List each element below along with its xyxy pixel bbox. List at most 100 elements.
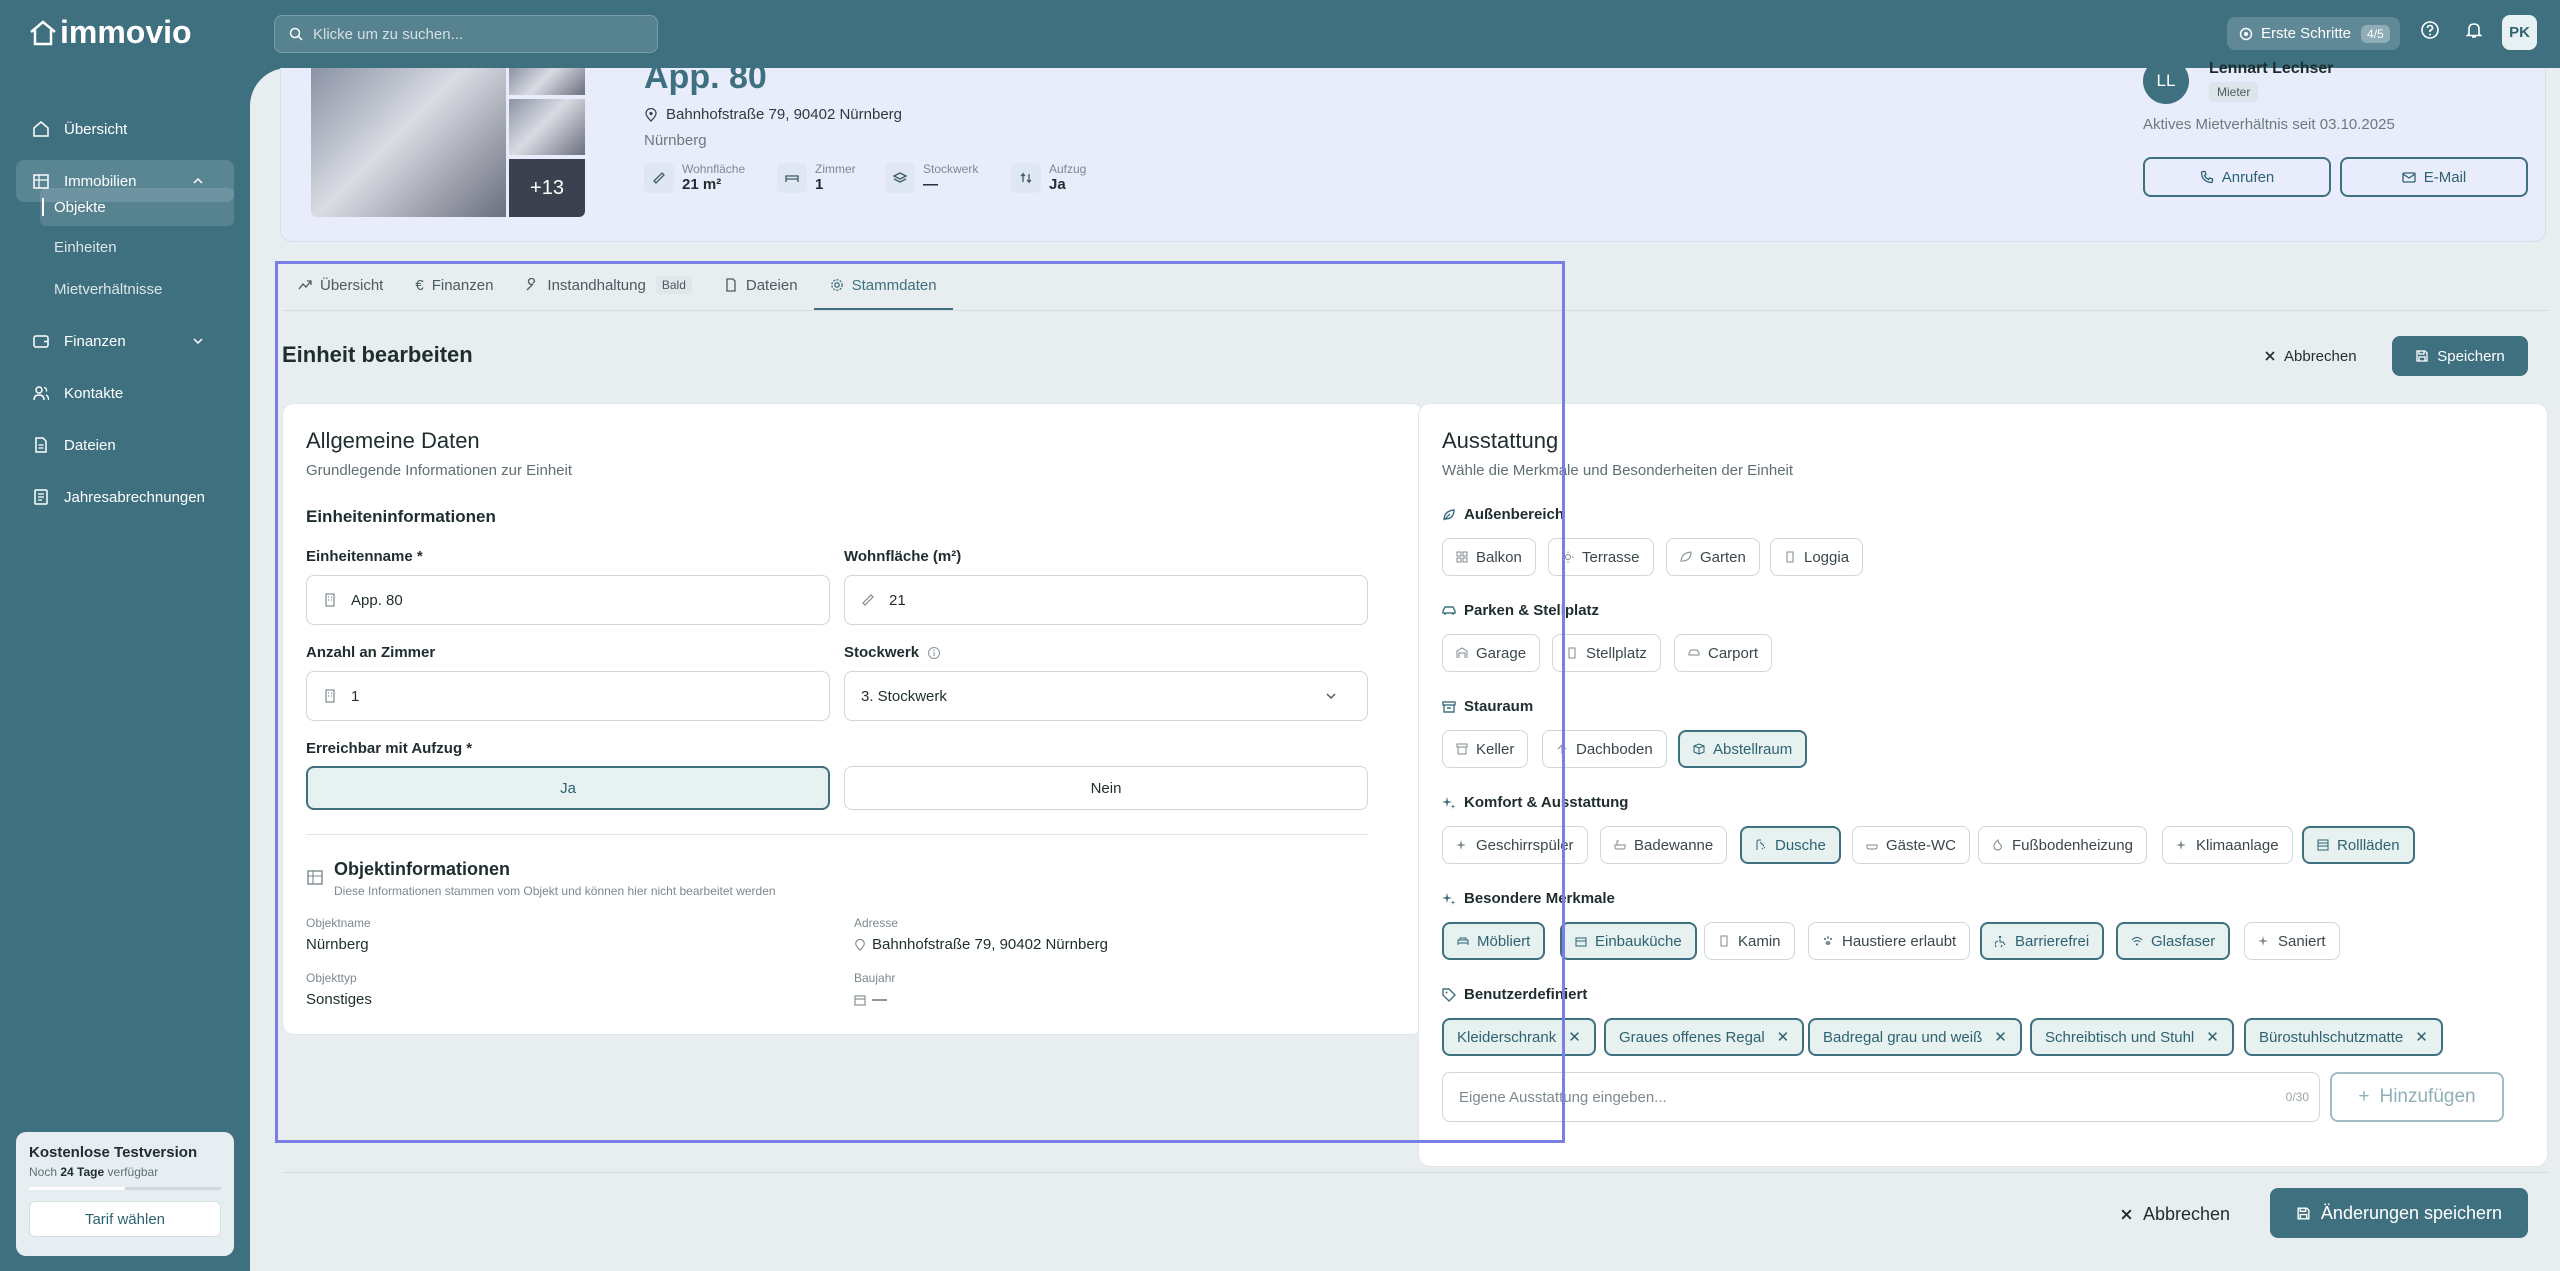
chip-fussbodenheizung[interactable]: Fußbodenheizung <box>1978 826 2147 864</box>
footer-cancel-label: Abbrechen <box>2143 1203 2231 1224</box>
features-title: Ausstattung <box>1442 428 1559 453</box>
chip-kamin[interactable]: Kamin <box>1704 922 1795 960</box>
accessibility-icon <box>1995 935 2006 947</box>
remove-icon[interactable]: ✕ <box>1568 1028 1581 1046</box>
custom-chip[interactable]: Badregal grau und weiß ✕ <box>1808 1018 2022 1056</box>
first-steps-count: 4/5 <box>2361 24 2390 43</box>
user-avatar[interactable]: PK <box>2502 15 2537 50</box>
floor-value: 3. Stockwerk <box>861 687 947 705</box>
remove-icon[interactable]: ✕ <box>2415 1028 2428 1046</box>
property-photo-main[interactable] <box>311 68 506 217</box>
chip-geschirrspueler[interactable]: Geschirrspüler <box>1442 826 1588 864</box>
tab-uebersicht[interactable]: Übersicht <box>282 260 399 310</box>
custom-chip[interactable]: Schreibtisch und Stuhl ✕ <box>2030 1018 2234 1056</box>
chip-terrasse[interactable]: Terrasse <box>1548 538 1654 576</box>
chip-label: Rollläden <box>2337 836 2400 854</box>
sidebar-item-kontakte[interactable]: Kontakte <box>16 372 234 414</box>
blinds-icon <box>2317 839 2329 851</box>
tenant-role-badge: Mieter <box>2209 82 2259 102</box>
more-photos-count: +13 <box>530 176 564 199</box>
search-placeholder: Klicke um zu suchen... <box>313 25 464 43</box>
top-bar: immovio Klicke um zu suchen... Erste Sch… <box>0 0 2560 68</box>
unit-name-input[interactable]: App. 80 <box>306 575 830 625</box>
chip-label: Barrierefrei <box>2015 932 2090 950</box>
chip-dachboden[interactable]: Dachboden <box>1542 730 1667 768</box>
object-name-value: Nürnberg <box>306 936 369 953</box>
choose-plan-button[interactable]: Tarif wählen <box>29 1201 221 1237</box>
chip-barrierefrei[interactable]: Barrierefrei <box>1980 922 2105 960</box>
app-logo[interactable]: immovio <box>28 14 192 51</box>
custom-chip[interactable]: Kleiderschrank ✕ <box>1442 1018 1596 1056</box>
add-feature-button[interactable]: + Hinzufügen <box>2330 1072 2504 1122</box>
sidebar-item-label: Kontakte <box>64 384 124 402</box>
sidebar-subitem-objekte[interactable]: Objekte <box>40 188 234 226</box>
save-button[interactable]: Speichern <box>2392 336 2528 376</box>
property-photo-thumb[interactable] <box>509 99 585 155</box>
elevator-no-button[interactable]: Nein <box>844 766 1368 810</box>
help-icon[interactable] <box>2420 20 2440 45</box>
sidebar-item-uebersicht[interactable]: Übersicht <box>16 108 234 150</box>
area-value: 21 <box>889 591 906 609</box>
sidebar-subitem-mietverhaeltnisse[interactable]: Mietverhältnisse <box>40 270 234 308</box>
stat-label: Wohnfläche <box>682 162 746 176</box>
chip-balkon[interactable]: Balkon <box>1442 538 1536 576</box>
sidebar: Übersicht Immobilien Objekte Einheiten M… <box>0 68 250 1271</box>
chip-haustiere-erlaubt[interactable]: Haustiere erlaubt <box>1808 922 1971 960</box>
category-besondere-merkmale: Besondere Merkmale <box>1442 890 1615 907</box>
object-name-label: Objektname <box>306 916 371 930</box>
chip-gaeste-wc[interactable]: Gäste-WC <box>1852 826 1971 864</box>
chip-dusche[interactable]: Dusche <box>1740 826 1841 864</box>
sidebar-item-finanzen[interactable]: Finanzen <box>16 320 234 362</box>
area-input[interactable]: 21 <box>844 575 1368 625</box>
phone-icon <box>2200 170 2213 184</box>
chip-saniert[interactable]: Saniert <box>2244 922 2340 960</box>
flame-icon <box>1993 839 2002 851</box>
more-photos-button[interactable]: +13 <box>509 159 585 217</box>
footer-save-button[interactable]: Änderungen speichern <box>2270 1188 2528 1238</box>
search-input[interactable]: Klicke um zu suchen... <box>274 15 658 53</box>
cancel-button[interactable]: Abbrechen <box>2264 338 2357 374</box>
chip-keller[interactable]: Keller <box>1442 730 1529 768</box>
chip-badewanne[interactable]: Badewanne <box>1600 826 1728 864</box>
tab-stammdaten[interactable]: Stammdaten <box>813 260 953 310</box>
sidebar-subitem-label: Einheiten <box>54 238 117 256</box>
tab-label: Übersicht <box>320 276 384 294</box>
chip-garage[interactable]: Garage <box>1442 634 1541 672</box>
elevator-yes-button[interactable]: Ja <box>306 766 830 810</box>
email-label: E-Mail <box>2423 168 2467 186</box>
chip-einbaukueche[interactable]: Einbauküche <box>1560 922 1697 960</box>
footer-cancel-button[interactable]: Abbrechen <box>2120 1196 2230 1232</box>
remove-icon[interactable]: ✕ <box>1994 1028 2007 1046</box>
chip-rolllaeden[interactable]: Rollläden <box>2302 826 2415 864</box>
chip-glasfaser[interactable]: Glasfaser <box>2116 922 2231 960</box>
tab-finanzen[interactable]: € Finanzen <box>399 260 509 310</box>
chip-loggia[interactable]: Loggia <box>1770 538 1864 576</box>
custom-feature-input[interactable]: Eigene Ausstattung eingeben... 0/30 <box>1442 1072 2320 1122</box>
chip-carport[interactable]: Carport <box>1674 634 1773 672</box>
chip-stellplatz[interactable]: Stellplatz <box>1552 634 1661 672</box>
chip-label: Garage <box>1476 644 1527 662</box>
sidebar-item-jahresabrechnungen[interactable]: Jahresabrechnungen <box>16 476 234 518</box>
remove-icon[interactable]: ✕ <box>2206 1028 2219 1046</box>
tag-icon <box>1442 987 1456 1002</box>
rooms-input[interactable]: 1 <box>306 671 830 721</box>
chip-garten[interactable]: Garten <box>1666 538 1760 576</box>
first-steps-button[interactable]: Erste Schritte 4/5 <box>2227 17 2400 50</box>
floor-select[interactable]: 3. Stockwerk <box>844 671 1368 721</box>
sidebar-subitem-einheiten[interactable]: Einheiten <box>40 228 234 266</box>
custom-chip[interactable]: Graues offenes Regal ✕ <box>1604 1018 1805 1056</box>
bath-icon <box>1866 844 1878 850</box>
tab-instandhaltung[interactable]: Instandhaltung Bald <box>509 260 707 310</box>
custom-chip[interactable]: Bürostuhlschutzmatte ✕ <box>2244 1018 2443 1056</box>
tab-dateien[interactable]: Dateien <box>708 260 814 310</box>
email-button[interactable]: E-Mail <box>2340 157 2528 197</box>
chip-moebliert[interactable]: Möbliert <box>1442 922 1546 960</box>
call-button[interactable]: Anrufen <box>2143 157 2331 197</box>
remove-icon[interactable]: ✕ <box>1777 1028 1790 1046</box>
property-photo-thumb[interactable] <box>509 68 585 95</box>
info-icon[interactable] <box>927 646 941 660</box>
chip-klimaanlage[interactable]: Klimaanlage <box>2162 826 2293 864</box>
bell-icon[interactable] <box>2464 20 2484 45</box>
sidebar-item-dateien[interactable]: Dateien <box>16 424 234 466</box>
chip-abstellraum[interactable]: Abstellraum <box>1678 730 1808 768</box>
